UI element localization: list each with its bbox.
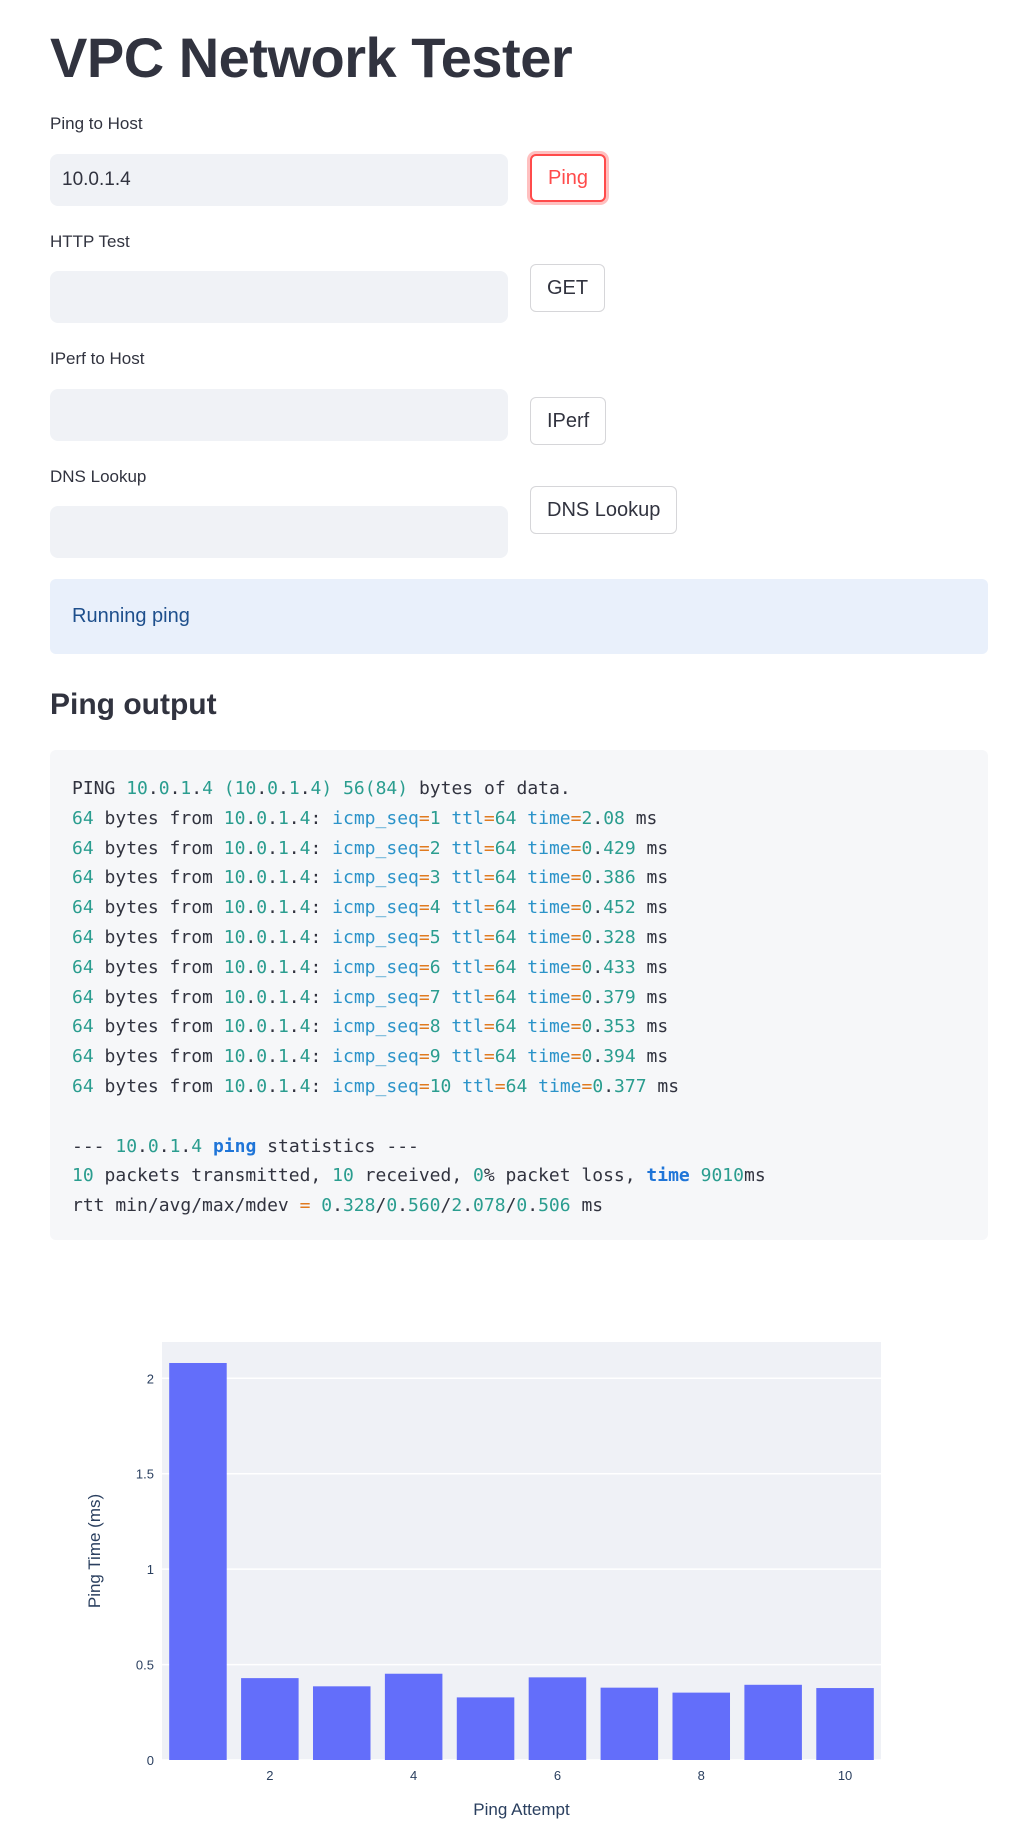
output-heading: Ping output (50, 688, 217, 721)
chart-svg: 0 0.5 1 1.5 2 2 4 6 8 10 Ping Attempt Ping Time (ms… (85, 1342, 881, 1819)
http-test-input[interactable] (50, 271, 508, 323)
bar-7 (600, 1687, 659, 1760)
ping-host-label: Ping to Host (50, 114, 143, 133)
code-line: 64 bytes from 10.0.1.4: icmp_seq=4 ttl=6… (72, 897, 669, 919)
code-line: --- 10.0.1.4 ping statistics --- (72, 1135, 419, 1157)
x-tick-label: 6 (554, 1768, 561, 1783)
code-line: 64 bytes from 10.0.1.4: icmp_seq=10 ttl=… (72, 1075, 680, 1097)
code-line: 64 bytes from 10.0.1.4: icmp_seq=9 ttl=6… (72, 1046, 669, 1068)
x-tick-label: 10 (838, 1768, 852, 1783)
bar-2 (241, 1678, 299, 1760)
code-line: 64 bytes from 10.0.1.4: icmp_seq=2 ttl=6… (72, 837, 669, 859)
code-line: rtt min/avg/max/mdev = 0.328/0.560/2.078… (72, 1195, 604, 1217)
bar-9 (744, 1684, 802, 1760)
status-message: Running ping (72, 605, 190, 627)
x-tick-label: 2 (266, 1768, 273, 1783)
y-tick-label: 0.5 (136, 1658, 154, 1673)
y-tick-label: 1.5 (136, 1467, 154, 1482)
x-tick-label: 8 (698, 1768, 705, 1783)
ping-output-code: PING 10.0.1.4 (10.0.1.4) 56(84) bytes of… (50, 750, 988, 1240)
http-test-label: HTTP Test (50, 232, 130, 251)
x-axis-title: Ping Attempt (473, 1800, 570, 1819)
dns-lookup-input[interactable] (50, 506, 508, 558)
y-axis-title: Ping Time (ms) (85, 1494, 104, 1608)
y-tick-label: 0 (147, 1753, 154, 1768)
bar-1 (169, 1362, 227, 1760)
iperf-host-input[interactable] (50, 389, 508, 441)
code-line: 64 bytes from 10.0.1.4: icmp_seq=5 ttl=6… (72, 926, 669, 948)
iperf-host-label: IPerf to Host (50, 349, 145, 368)
bar-5 (456, 1697, 515, 1760)
dns-lookup-button[interactable]: DNS Lookup (530, 486, 678, 534)
x-tick-label: 4 (410, 1768, 417, 1783)
ping-button[interactable]: Ping (530, 154, 607, 202)
status-info-box: Running ping (50, 579, 988, 654)
page-title: VPC Network Tester (50, 26, 573, 89)
bar-3 (312, 1686, 371, 1760)
code-line: 64 bytes from 10.0.1.4: icmp_seq=6 ttl=6… (72, 956, 669, 978)
code-line: 10 packets transmitted, 10 received, 0% … (72, 1165, 766, 1187)
dns-lookup-label: DNS Lookup (50, 467, 147, 486)
code-line: 64 bytes from 10.0.1.4: icmp_seq=1 ttl=6… (72, 807, 658, 829)
code-line: 64 bytes from 10.0.1.4: icmp_seq=3 ttl=6… (72, 867, 669, 889)
y-tick-label: 1 (147, 1562, 154, 1577)
ping-time-chart: 0 0.5 1 1.5 2 2 4 6 8 10 Ping Attempt Ping Time (ms… (50, 1300, 890, 1844)
bar-10 (816, 1688, 874, 1760)
code-line: 64 bytes from 10.0.1.4: icmp_seq=8 ttl=6… (72, 1016, 669, 1038)
bar-6 (528, 1677, 587, 1760)
ping-host-input[interactable] (50, 154, 508, 206)
y-tick-label: 2 (147, 1371, 154, 1386)
bar-8 (672, 1692, 731, 1760)
bar-4 (384, 1673, 443, 1760)
iperf-button[interactable]: IPerf (530, 397, 607, 445)
app-page: VPC Network Tester Ping to Host Ping HTT… (0, 0, 1024, 1844)
code-line: PING 10.0.1.4 (10.0.1.4) 56(84) bytes of… (72, 778, 571, 799)
get-button[interactable]: GET (530, 264, 606, 312)
code-line: 64 bytes from 10.0.1.4: icmp_seq=7 ttl=6… (72, 986, 669, 1008)
